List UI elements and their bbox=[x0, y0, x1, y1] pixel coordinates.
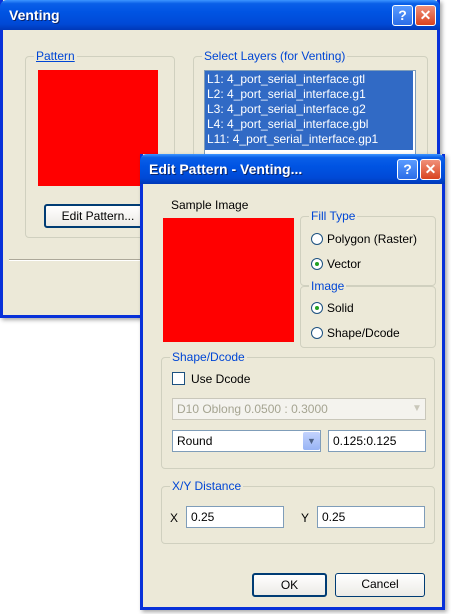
fill-polygon-label[interactable]: Polygon (Raster) bbox=[327, 232, 417, 246]
fill-vector-label[interactable]: Vector bbox=[327, 257, 361, 271]
help-icon[interactable]: ? bbox=[392, 5, 413, 26]
image-shape-label[interactable]: Shape/Dcode bbox=[327, 326, 400, 340]
sample-image-label: Sample Image bbox=[171, 198, 249, 212]
layer-item[interactable]: L1: 4_port_serial_interface.gtl bbox=[205, 72, 413, 87]
image-label: Image bbox=[309, 279, 347, 293]
x-label: X bbox=[170, 511, 179, 525]
fill-type-label: Fill Type bbox=[309, 209, 358, 223]
use-dcode-label[interactable]: Use Dcode bbox=[191, 372, 250, 386]
use-dcode-checkbox[interactable] bbox=[172, 372, 185, 385]
shape-size-input[interactable]: 0.125:0.125 bbox=[328, 430, 426, 452]
shape-select[interactable]: Round bbox=[172, 430, 321, 452]
shape-dropdown-icon[interactable]: ▼ bbox=[303, 432, 320, 450]
y-distance-input[interactable]: 0.25 bbox=[317, 506, 425, 528]
edit-pattern-titlebar[interactable]: Edit Pattern - Venting... ? ✕ bbox=[140, 154, 445, 184]
close-icon[interactable]: ✕ bbox=[420, 159, 441, 180]
edit-pattern-title: Edit Pattern - Venting... bbox=[149, 161, 303, 177]
sample-image-preview bbox=[163, 218, 294, 342]
shape-dcode-group: Shape/Dcode Use Dcode D10 Oblong 0.0500 … bbox=[161, 350, 435, 469]
edit-pattern-dialog: Edit Pattern - Venting... ? ✕ Sample Ima… bbox=[140, 154, 445, 610]
image-shape-radio[interactable] bbox=[311, 327, 323, 339]
image-group: Image Solid Shape/Dcode bbox=[300, 279, 436, 348]
layer-item[interactable]: L11: 4_port_serial_interface.gp1 bbox=[205, 132, 413, 147]
close-icon[interactable]: ✕ bbox=[415, 5, 436, 26]
dcode-dropdown-icon[interactable]: ▼ bbox=[409, 400, 425, 418]
layer-item[interactable]: L3: 4_port_serial_interface.g2 bbox=[205, 102, 413, 117]
image-solid-radio[interactable] bbox=[311, 302, 323, 314]
help-icon[interactable]: ? bbox=[397, 159, 418, 180]
shape-dcode-group-label: Shape/Dcode bbox=[170, 350, 247, 364]
x-distance-input[interactable]: 0.25 bbox=[186, 506, 284, 528]
layer-item[interactable]: L2: 4_port_serial_interface.g1 bbox=[205, 87, 413, 102]
layers-group-label: Select Layers (for Venting) bbox=[202, 49, 348, 63]
layer-item[interactable]: L4: 4_port_serial_interface.gbl bbox=[205, 117, 413, 132]
venting-titlebar[interactable]: Venting ? ✕ bbox=[0, 0, 440, 30]
venting-title: Venting bbox=[9, 7, 60, 23]
ok-button[interactable]: OK bbox=[252, 573, 327, 597]
dcode-select[interactable]: D10 Oblong 0.0500 : 0.3000 bbox=[172, 398, 426, 420]
fill-type-group: Fill Type Polygon (Raster) Vector bbox=[300, 209, 436, 286]
pattern-group-label: Pattern bbox=[34, 49, 77, 63]
edit-pattern-button[interactable]: Edit Pattern... bbox=[44, 204, 152, 228]
image-solid-label[interactable]: Solid bbox=[327, 301, 354, 315]
cancel-button[interactable]: Cancel bbox=[335, 573, 425, 597]
fill-polygon-radio[interactable] bbox=[311, 233, 323, 245]
y-label: Y bbox=[301, 511, 310, 525]
xy-distance-label: X/Y Distance bbox=[170, 479, 244, 493]
fill-vector-radio[interactable] bbox=[311, 258, 323, 270]
xy-distance-group: X/Y Distance X 0.25 Y 0.25 bbox=[161, 479, 435, 544]
